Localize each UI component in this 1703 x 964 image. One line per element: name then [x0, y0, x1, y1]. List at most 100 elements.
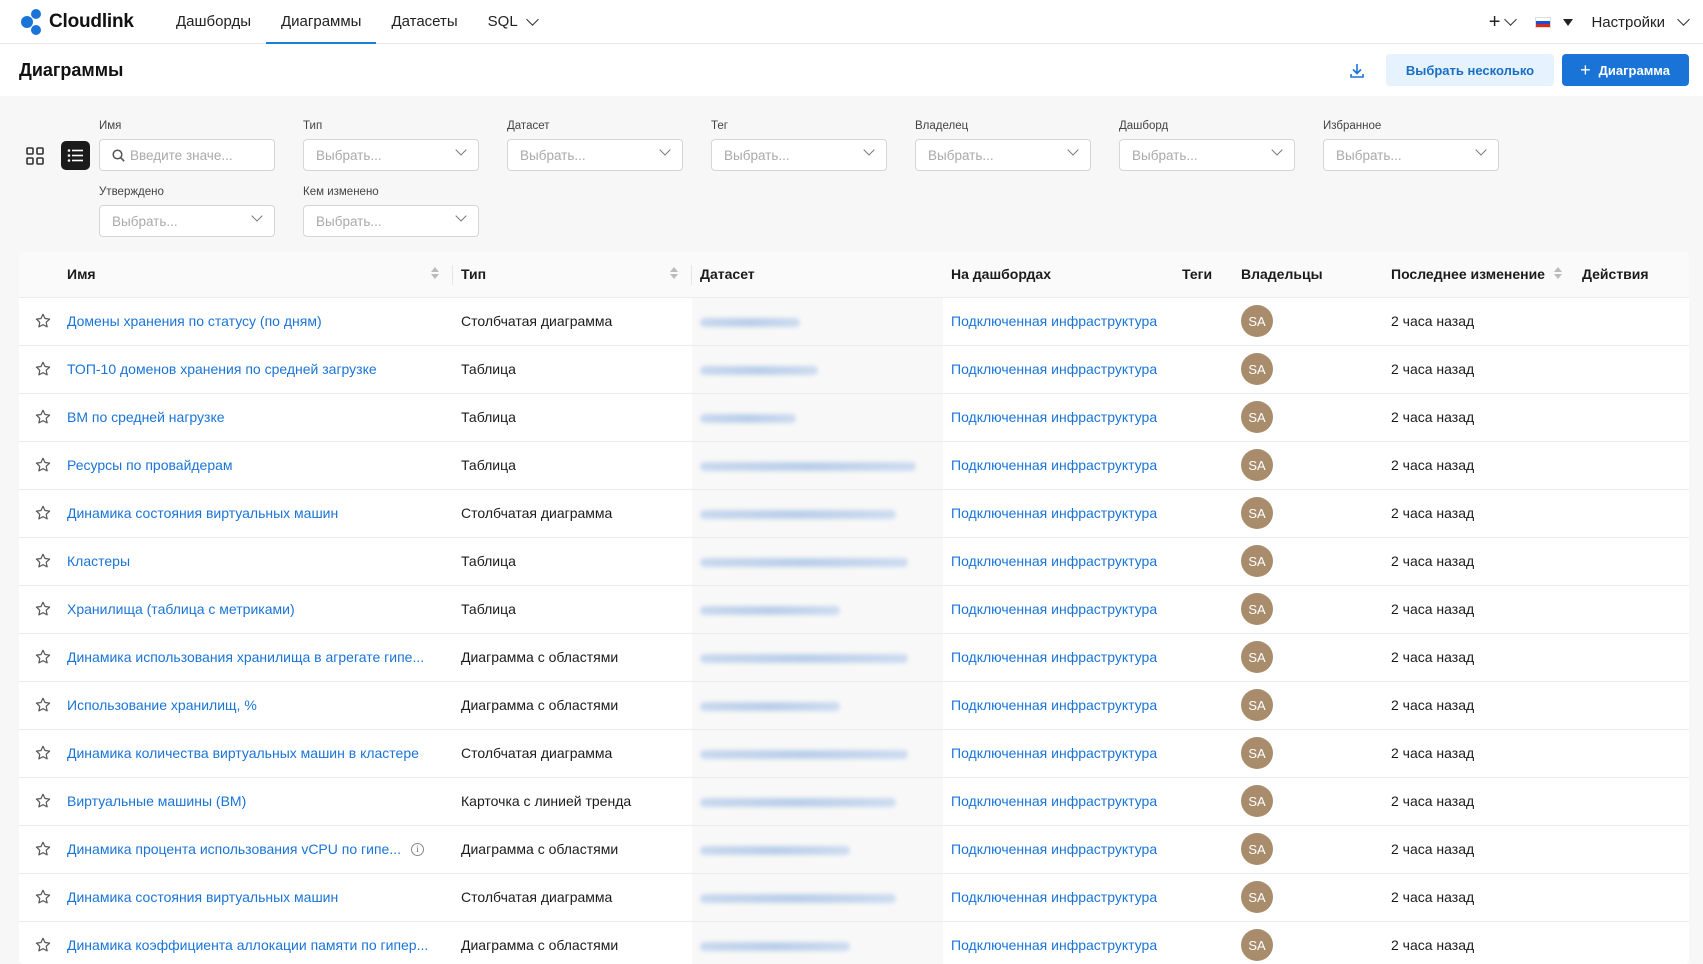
star-icon[interactable]	[35, 937, 51, 953]
dashboard-link[interactable]: Подключенная инфраструктура	[951, 841, 1157, 857]
name-search-input[interactable]: Введите значе...	[99, 139, 275, 171]
table-row[interactable]: Использование хранилищ, % Диаграмма с обл…	[19, 680, 1689, 729]
col-type-header[interactable]: Тип	[453, 252, 692, 297]
language-flag-icon[interactable]	[1535, 16, 1552, 28]
plus-icon[interactable]: +	[1489, 12, 1501, 32]
dashboard-link[interactable]: Подключенная инфраструктура	[951, 361, 1157, 377]
dataset-cell[interactable]	[692, 440, 943, 489]
favorite-select[interactable]: Выбрать...	[1323, 139, 1499, 171]
chart-name-link[interactable]: Хранилища (таблица с метриками)	[67, 601, 295, 617]
tag-select[interactable]: Выбрать...	[711, 139, 887, 171]
table-row[interactable]: Динамика состояния виртуальных машин Стол…	[19, 872, 1689, 921]
new-chart-button[interactable]: + Диаграмма	[1562, 54, 1689, 86]
brand-logo[interactable]: Cloudlink	[19, 7, 149, 37]
chart-name-link[interactable]: Использование хранилищ, %	[67, 697, 257, 713]
table-row[interactable]: Ресурсы по провайдерам Таблица Подключенна…	[19, 440, 1689, 489]
sort-icon[interactable]	[1554, 267, 1562, 279]
col-modified-header[interactable]: Последнее изменение	[1383, 252, 1574, 297]
table-row[interactable]: Динамика использования хранилища в агрег…	[19, 632, 1689, 681]
avatar[interactable]: SA	[1241, 929, 1273, 962]
table-row[interactable]: Хранилища (таблица с метриками) Таблица По…	[19, 584, 1689, 633]
avatar[interactable]: SA	[1241, 449, 1273, 481]
dashboard-link[interactable]: Подключенная инфраструктура	[951, 745, 1157, 761]
avatar[interactable]: SA	[1241, 305, 1273, 337]
dataset-cell[interactable]	[692, 344, 943, 393]
dataset-select[interactable]: Выбрать...	[507, 139, 683, 171]
nav-charts[interactable]: Диаграммы	[266, 0, 377, 44]
info-icon[interactable]: i	[410, 842, 424, 856]
dataset-cell[interactable]	[692, 296, 943, 345]
avatar[interactable]: SA	[1241, 545, 1273, 577]
star-icon[interactable]	[35, 745, 51, 761]
chart-name-link[interactable]: ТОП-10 доменов хранения по средней загру…	[67, 361, 377, 377]
dataset-cell[interactable]	[692, 776, 943, 825]
select-multiple-button[interactable]: Выбрать несколько	[1385, 54, 1555, 86]
chart-name-link[interactable]: ВМ по средней нагрузке	[67, 409, 225, 425]
dashboard-select[interactable]: Выбрать...	[1119, 139, 1295, 171]
dataset-cell[interactable]	[692, 920, 943, 964]
table-row[interactable]: Домены хранения по статусу (по дням) Стол…	[19, 296, 1689, 345]
dashboard-link[interactable]: Подключенная инфраструктура	[951, 937, 1157, 953]
star-icon[interactable]	[35, 793, 51, 809]
chart-name-link[interactable]: Домены хранения по статусу (по дням)	[67, 313, 322, 329]
avatar[interactable]: SA	[1241, 401, 1273, 433]
star-icon[interactable]	[35, 601, 51, 617]
dashboard-link[interactable]: Подключенная инфраструктура	[951, 409, 1157, 425]
star-icon[interactable]	[35, 553, 51, 569]
star-icon[interactable]	[35, 409, 51, 425]
dashboard-link[interactable]: Подключенная инфраструктура	[951, 697, 1157, 713]
chart-name-link[interactable]: Динамика использования хранилища в агрег…	[67, 649, 424, 665]
table-row[interactable]: Динамика коэффициента аллокации памяти п…	[19, 920, 1689, 964]
chart-name-link[interactable]: Динамика процента использования vCPU по …	[67, 841, 401, 857]
dataset-cell[interactable]	[692, 536, 943, 585]
avatar[interactable]: SA	[1241, 497, 1273, 529]
avatar[interactable]: SA	[1241, 737, 1273, 769]
star-icon[interactable]	[35, 697, 51, 713]
chart-name-link[interactable]: Виртуальные машины (ВМ)	[67, 793, 246, 809]
list-view-button[interactable]	[61, 141, 90, 170]
chart-name-link[interactable]: Динамика количества виртуальных машин в …	[67, 745, 419, 761]
avatar[interactable]: SA	[1241, 881, 1273, 913]
dashboard-link[interactable]: Подключенная инфраструктура	[951, 313, 1157, 329]
dataset-cell[interactable]	[692, 632, 943, 681]
star-icon[interactable]	[35, 313, 51, 329]
dataset-cell[interactable]	[692, 392, 943, 441]
table-row[interactable]: ВМ по средней нагрузке Таблица Подключенна…	[19, 392, 1689, 441]
avatar[interactable]: SA	[1241, 689, 1273, 721]
star-icon[interactable]	[35, 649, 51, 665]
chart-name-link[interactable]: Динамика состояния виртуальных машин	[67, 505, 338, 521]
settings-menu[interactable]: Настройки	[1591, 14, 1665, 31]
star-icon[interactable]	[35, 889, 51, 905]
sort-icon[interactable]	[431, 267, 439, 279]
dataset-cell[interactable]	[692, 728, 943, 777]
table-row[interactable]: Динамика состояния виртуальных машин Стол…	[19, 488, 1689, 537]
avatar[interactable]: SA	[1241, 353, 1273, 385]
dashboard-link[interactable]: Подключенная инфраструктура	[951, 601, 1157, 617]
type-select[interactable]: Выбрать...	[303, 139, 479, 171]
table-row[interactable]: Виртуальные машины (ВМ) Карточка с линией…	[19, 776, 1689, 825]
star-icon[interactable]	[35, 361, 51, 377]
star-icon[interactable]	[35, 457, 51, 473]
card-view-button[interactable]	[20, 141, 49, 170]
dashboard-link[interactable]: Подключенная инфраструктура	[951, 793, 1157, 809]
star-icon[interactable]	[35, 505, 51, 521]
sort-icon[interactable]	[670, 267, 678, 279]
table-row[interactable]: Динамика количества виртуальных машин в …	[19, 728, 1689, 777]
col-name-header[interactable]: Имя	[59, 252, 453, 297]
dataset-cell[interactable]	[692, 680, 943, 729]
dashboard-link[interactable]: Подключенная инфраструктура	[951, 505, 1157, 521]
modified-by-select[interactable]: Выбрать...	[303, 205, 479, 237]
chart-name-link[interactable]: Кластеры	[67, 553, 130, 569]
avatar[interactable]: SA	[1241, 593, 1273, 625]
dataset-cell[interactable]	[692, 872, 943, 921]
owner-select[interactable]: Выбрать...	[915, 139, 1091, 171]
table-row[interactable]: Кластеры Таблица Подключенная инфраструкту…	[19, 536, 1689, 585]
avatar[interactable]: SA	[1241, 785, 1273, 817]
dashboard-link[interactable]: Подключенная инфраструктура	[951, 457, 1157, 473]
table-row[interactable]: Динамика процента использования vCPU по …	[19, 824, 1689, 873]
download-icon[interactable]	[1342, 54, 1372, 86]
chart-name-link[interactable]: Динамика состояния виртуальных машин	[67, 889, 338, 905]
star-icon[interactable]	[35, 841, 51, 857]
nav-dashboards[interactable]: Дашборды	[161, 0, 266, 44]
chevron-down-icon[interactable]	[1677, 13, 1690, 26]
